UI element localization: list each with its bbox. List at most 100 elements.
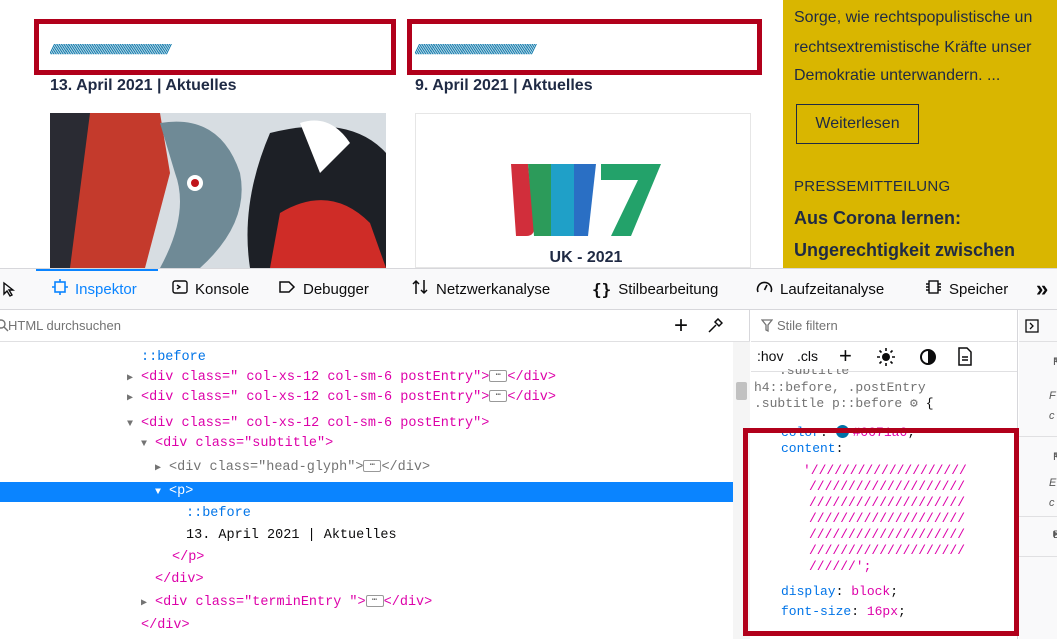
side-section-2[interactable]: ▼ F E c [1019, 437, 1057, 517]
w7-logo-text: UK - 2021 [550, 249, 623, 266]
tab-laufzeitanalyse[interactable]: Laufzeitanalyse [756, 269, 884, 309]
ellipsis-badge[interactable]: ⋯ [365, 595, 384, 608]
side-header [1019, 310, 1057, 342]
tab-stilbearbeitung[interactable]: {} Stilbearbeitung [592, 269, 718, 309]
tab-label: Laufzeitanalyse [780, 280, 885, 298]
tab-label: Konsole [195, 280, 250, 298]
highlight-box-post1 [34, 19, 396, 75]
tree-node-subtitle-close[interactable]: </div> [0, 570, 733, 590]
tab-inspektor[interactable]: Inspektor [52, 269, 137, 309]
tree-node-postentry-2[interactable]: ▶ <div class=" col-xs-12 col-sm-6 postEnt… [0, 388, 733, 408]
node-open-tag: <div class="subtitle"> [155, 436, 334, 451]
post1-date[interactable]: 13. April 2021 | Aktuelles [50, 77, 237, 95]
tab-netzwerkanalyse[interactable]: Netzwerkanalyse [411, 269, 550, 309]
tree-node-termin[interactable]: ▶ <div class="terminEntry "> ⋯ </div> [0, 593, 733, 613]
tree-node-p-before[interactable]: ::before [0, 504, 733, 524]
tree-node-p-close[interactable]: </p> [0, 548, 733, 568]
add-node-button[interactable]: + [674, 312, 688, 340]
print-media-icon[interactable] [957, 347, 973, 369]
html-search-bar[interactable]: HTML durchsuchen + [0, 310, 750, 342]
press-label: PRESSEMITTEILUNG [794, 178, 951, 195]
expand-icon[interactable]: ▶ [155, 459, 169, 479]
class-toggle[interactable]: .cls [797, 348, 818, 364]
tree-node-before[interactable]: ::before [0, 348, 733, 368]
node-close-tag: </div> [141, 618, 190, 633]
rule-selector-line-2[interactable]: .subtitle p::before ⚙ { [754, 396, 934, 412]
tab-label: Stilbearbeitung [618, 280, 719, 298]
press-sidebar: Sorge, wie rechtspopulistische un rechts… [783, 0, 1057, 268]
toggle-sidebar-icon[interactable] [1025, 319, 1039, 333]
filter-icon [761, 319, 773, 333]
tree-node-subtitle[interactable]: ▼ <div class="subtitle"> [0, 434, 733, 454]
ellipsis-badge[interactable]: ⋯ [489, 370, 508, 383]
tab-label: Debugger [303, 280, 369, 298]
node-close-tag: </div> [507, 370, 556, 385]
tree-node-head-glyph[interactable]: ▶ <div class="head-glyph"> ⋯ </div> [0, 458, 733, 478]
side-section-text: c [1049, 410, 1055, 422]
press-title-line-2[interactable]: Ungerechtigkeit zwischen [794, 240, 1015, 261]
expand-icon[interactable]: ▶ [127, 369, 141, 389]
node-open-tag: <div class="terminEntry "> [155, 595, 366, 610]
inspector-icon [52, 278, 68, 300]
pseudo-before-label: ::before [186, 506, 251, 521]
tree-node-postentry-close[interactable]: </div> [0, 616, 733, 636]
text-node: 13. April 2021 | Aktuelles [186, 528, 397, 543]
node-open-tag: <div class="head-glyph"> [169, 460, 364, 475]
node-close-tag: </div> [381, 460, 431, 475]
press-title-line-1[interactable]: Aus Corona lernen: [794, 208, 961, 229]
post2-image[interactable]: UK - 2021 [415, 113, 751, 268]
collapse-icon[interactable]: ▼ [127, 415, 141, 435]
collapse-icon[interactable]: ▼ [141, 435, 155, 455]
teaser-line-1: Sorge, wie rechtspopulistische un [794, 9, 1033, 26]
add-rule-button[interactable]: + [839, 343, 852, 369]
ellipsis-badge[interactable]: ⋯ [489, 390, 508, 403]
teaser-line-3: Demokratie unterwandern. ... [794, 67, 1001, 84]
tab-speicher[interactable]: Speicher [925, 269, 1008, 309]
collapse-icon[interactable]: ▼ [155, 483, 169, 503]
toolbar-overflow-button[interactable]: » [1036, 269, 1048, 309]
tree-node-postentry-1[interactable]: ▶ <div class=" col-xs-12 col-sm-6 postEnt… [0, 368, 733, 388]
tab-konsole[interactable]: Konsole [172, 269, 249, 309]
side-section-text: F [1049, 390, 1056, 402]
tree-node-p-selected[interactable]: ▼ <p> [0, 482, 733, 502]
side-section-1[interactable]: ▼ F F c [1019, 342, 1057, 437]
side-section-3[interactable]: ▶ E [1019, 517, 1057, 557]
debugger-icon [278, 279, 296, 300]
read-more-button[interactable]: Weiterlesen [796, 104, 919, 144]
tree-node-postentry-3[interactable]: ▼ <div class=" col-xs-12 col-sm-6 postEnt… [0, 414, 733, 434]
rules-toolbar: :hov .cls + [751, 342, 1017, 372]
devtools-toolbar: Inspektor Konsole Debugger Netzwerkanaly… [0, 268, 1057, 310]
dark-mode-icon[interactable] [919, 348, 937, 369]
node-open-tag: <div class=" col-xs-12 col-sm-6 postEntr… [141, 390, 490, 405]
tab-debugger[interactable]: Debugger [278, 269, 369, 309]
styles-filter-placeholder: Stile filtern [777, 318, 838, 333]
expand-icon[interactable]: ▶ [141, 594, 155, 614]
post2-date[interactable]: 9. April 2021 | Aktuelles [415, 77, 593, 95]
side-section-text: E [1049, 477, 1057, 489]
eyedropper-icon[interactable] [707, 318, 723, 334]
ellipsis-badge[interactable]: ⋯ [363, 460, 382, 473]
tab-label: Inspektor [75, 280, 137, 298]
highlight-box-content-rule [743, 428, 1019, 636]
webpage-viewport: ////////////////////////////////////////… [0, 0, 1057, 268]
light-mode-icon[interactable] [876, 347, 896, 370]
style-editor-icon: {} [592, 279, 612, 299]
teaser-line-2: rechtsextremistische Kräfte unser [794, 39, 1032, 56]
element-picker-button[interactable] [2, 269, 26, 309]
node-close-tag: </div> [507, 390, 556, 405]
hover-state-toggle[interactable]: :hov [757, 348, 783, 364]
tree-node-text[interactable]: 13. April 2021 | Aktuelles [0, 526, 733, 546]
console-icon [172, 279, 188, 300]
pseudo-before-label: ::before [141, 350, 206, 365]
styles-filter-bar[interactable]: Stile filtern [751, 310, 1017, 342]
tab-label: Netzwerkanalyse [436, 280, 551, 298]
expand-icon[interactable]: ▶ [127, 389, 141, 409]
rule-gear-icon[interactable]: ⚙ [910, 396, 918, 411]
post1-image[interactable] [50, 113, 386, 268]
node-close-tag: </div> [155, 572, 204, 587]
performance-icon [756, 279, 773, 300]
rule-selector-line-1[interactable]: h4::before, .postEntry [754, 380, 926, 396]
rule-open-brace: { [925, 396, 934, 411]
node-open-tag: <div class=" col-xs-12 col-sm-6 postEntr… [141, 370, 490, 385]
scrollbar-thumb[interactable] [736, 382, 747, 400]
